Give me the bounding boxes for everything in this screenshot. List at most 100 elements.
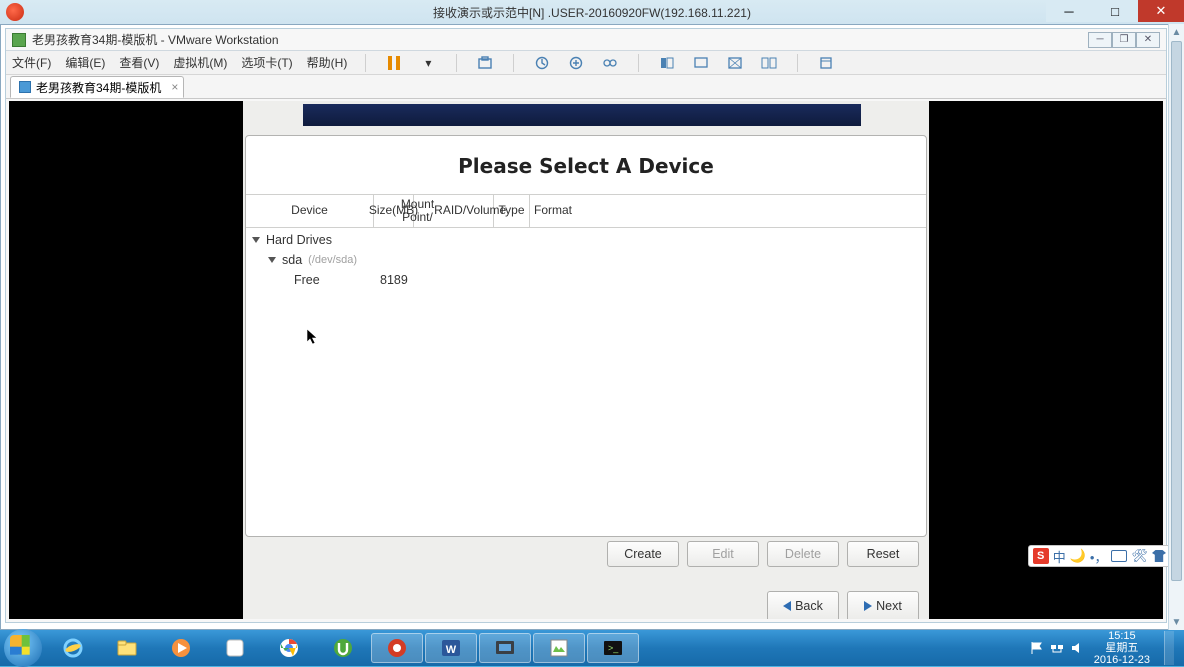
- remote-desktop-area: 老男孩教育34期-模版机 - VMware Workstation ─ ❐ ✕ …: [0, 24, 1184, 630]
- vm-tab-active[interactable]: 老男孩教育34期-模版机 ×: [10, 76, 184, 98]
- vmware-close-button[interactable]: ✕: [1136, 32, 1160, 48]
- view-unity-button[interactable]: [759, 53, 779, 73]
- vm-tab-icon: [19, 81, 31, 93]
- guest-os-screen: Please Select A Device Device Size(MB) M…: [243, 101, 929, 619]
- vmware-minimize-button[interactable]: ─: [1088, 32, 1112, 48]
- library-button[interactable]: [816, 53, 836, 73]
- next-button[interactable]: Next: [847, 591, 919, 619]
- installer-header-stripe: [303, 104, 861, 126]
- ime-skin-icon[interactable]: [1152, 550, 1166, 562]
- ime-settings-icon[interactable]: 🛠: [1131, 548, 1148, 564]
- sda-label: sda: [282, 253, 302, 267]
- ime-moon-icon[interactable]: 🌙: [1070, 548, 1086, 564]
- taskbar-remote-button[interactable]: [371, 633, 423, 663]
- snapshot-button[interactable]: [475, 53, 495, 73]
- row-free[interactable]: Free 8189: [250, 270, 922, 290]
- outer-maximize-button[interactable]: □: [1092, 0, 1138, 22]
- taskbar-app2-button[interactable]: [533, 633, 585, 663]
- take-snapshot-button[interactable]: [566, 53, 586, 73]
- vm-display-area[interactable]: Please Select A Device Device Size(MB) M…: [9, 101, 1163, 619]
- windows-taskbar: W >_ 15:15 星期五 2016-12-23: [0, 630, 1184, 666]
- delete-button[interactable]: Delete: [767, 541, 839, 567]
- vmware-icon: [12, 33, 26, 47]
- col-mount[interactable]: Mount Point/RAID/Volume: [414, 195, 494, 227]
- manage-snapshot-button[interactable]: [600, 53, 620, 73]
- vm-power-dropdown[interactable]: ▾: [418, 53, 438, 73]
- view-fullscreen-button[interactable]: [725, 53, 745, 73]
- create-button[interactable]: Create: [607, 541, 679, 567]
- col-format[interactable]: Format: [530, 195, 576, 227]
- scroll-up-button[interactable]: ▲: [1169, 24, 1184, 40]
- svg-text:>_: >_: [608, 643, 619, 653]
- device-action-buttons: Create Edit Delete Reset: [607, 541, 919, 567]
- menu-help[interactable]: 帮助(H): [307, 54, 348, 71]
- vm-tab-label: 老男孩教育34期-模版机: [36, 79, 161, 96]
- device-table-body[interactable]: Hard Drives sda (/dev/sda) Free 8189: [246, 228, 926, 292]
- tray-flag-icon[interactable]: [1030, 641, 1044, 655]
- taskbar-app1-button[interactable]: [209, 633, 261, 663]
- start-button[interactable]: [4, 629, 42, 667]
- ime-punct-icon[interactable]: •，: [1090, 547, 1108, 566]
- wizard-nav-buttons: Back Next: [767, 591, 919, 619]
- scroll-thumb[interactable]: [1171, 41, 1182, 581]
- free-size: 8189: [380, 273, 408, 287]
- menu-view[interactable]: 查看(V): [119, 54, 159, 71]
- remote-session-titlebar: 接收演示或示范中[N] .USER-20160920FW(192.168.11.…: [0, 0, 1184, 24]
- menu-file[interactable]: 文件(F): [12, 54, 51, 71]
- tray-network-icon[interactable]: [1050, 641, 1064, 655]
- device-table-header: Device Size(MB) Mount Point/RAID/Volume …: [246, 195, 926, 228]
- arrow-right-icon: [864, 601, 872, 611]
- remote-app-icon: [6, 3, 24, 21]
- device-select-panel: Please Select A Device Device Size(MB) M…: [245, 135, 927, 537]
- vmware-window: 老男孩教育34期-模版机 - VMware Workstation ─ ❐ ✕ …: [5, 28, 1167, 623]
- row-hard-drives[interactable]: Hard Drives: [250, 230, 922, 250]
- view-single-button[interactable]: [657, 53, 677, 73]
- arrow-left-icon: [783, 601, 791, 611]
- revert-snapshot-button[interactable]: [532, 53, 552, 73]
- view-console-button[interactable]: [691, 53, 711, 73]
- scroll-down-button[interactable]: ▼: [1169, 614, 1184, 630]
- back-button[interactable]: Back: [767, 591, 839, 619]
- vmware-menubar: 文件(F) 编辑(E) 查看(V) 虚拟机(M) 选项卡(T) 帮助(H) ▾: [6, 51, 1166, 75]
- ime-keyboard-icon[interactable]: [1111, 550, 1127, 562]
- expander-icon[interactable]: [250, 234, 262, 246]
- col-device[interactable]: Device: [246, 195, 374, 227]
- taskbar-chrome-button[interactable]: [263, 633, 315, 663]
- remote-session-title: 接收演示或示范中[N] .USER-20160920FW(192.168.11.…: [433, 4, 751, 21]
- taskbar-clock[interactable]: 15:15 星期五 2016-12-23: [1090, 630, 1154, 666]
- expander-icon[interactable]: [266, 254, 278, 266]
- pause-vm-button[interactable]: [384, 53, 404, 73]
- menu-vm[interactable]: 虚拟机(M): [173, 54, 227, 71]
- vmware-titlebar[interactable]: 老男孩教育34期-模版机 - VMware Workstation ─ ❐ ✕: [6, 29, 1166, 51]
- edit-button[interactable]: Edit: [687, 541, 759, 567]
- taskbar-terminal-button[interactable]: >_: [587, 633, 639, 663]
- vmware-tabstrip: 老男孩教育34期-模版机 ×: [6, 75, 1166, 99]
- menu-edit[interactable]: 编辑(E): [65, 54, 105, 71]
- row-sda[interactable]: sda (/dev/sda): [250, 250, 922, 270]
- menu-tabs[interactable]: 选项卡(T): [241, 54, 292, 71]
- reset-button[interactable]: Reset: [847, 541, 919, 567]
- sda-path: (/dev/sda): [308, 254, 357, 266]
- tray-volume-icon[interactable]: [1070, 641, 1084, 655]
- vm-tab-close-icon[interactable]: ×: [171, 80, 178, 94]
- svg-text:W: W: [446, 644, 457, 656]
- taskbar-ie-button[interactable]: [47, 633, 99, 663]
- ime-lang-button[interactable]: 中: [1053, 547, 1066, 566]
- taskbar-explorer-button[interactable]: [101, 633, 153, 663]
- free-label: Free: [294, 273, 320, 287]
- outer-close-button[interactable]: ✕: [1138, 0, 1184, 22]
- show-desktop-button[interactable]: [1164, 631, 1174, 665]
- sogou-icon[interactable]: S: [1033, 548, 1049, 564]
- vmware-title: 老男孩教育34期-模版机 - VMware Workstation: [32, 31, 279, 48]
- system-tray[interactable]: 15:15 星期五 2016-12-23: [1030, 630, 1180, 666]
- col-type[interactable]: Type: [494, 195, 530, 227]
- outer-minimize-button[interactable]: ─: [1046, 0, 1092, 22]
- ime-toolbar[interactable]: S 中 🌙 •， 🛠: [1028, 545, 1171, 567]
- taskbar-vmware-button[interactable]: [479, 633, 531, 663]
- taskbar-word-button[interactable]: W: [425, 633, 477, 663]
- taskbar-utorrent-button[interactable]: [317, 633, 369, 663]
- vmware-restore-button[interactable]: ❐: [1112, 32, 1136, 48]
- panel-heading: Please Select A Device: [246, 136, 926, 194]
- taskbar-wmp-button[interactable]: [155, 633, 207, 663]
- remote-scrollbar[interactable]: ▲ ▼: [1168, 24, 1184, 630]
